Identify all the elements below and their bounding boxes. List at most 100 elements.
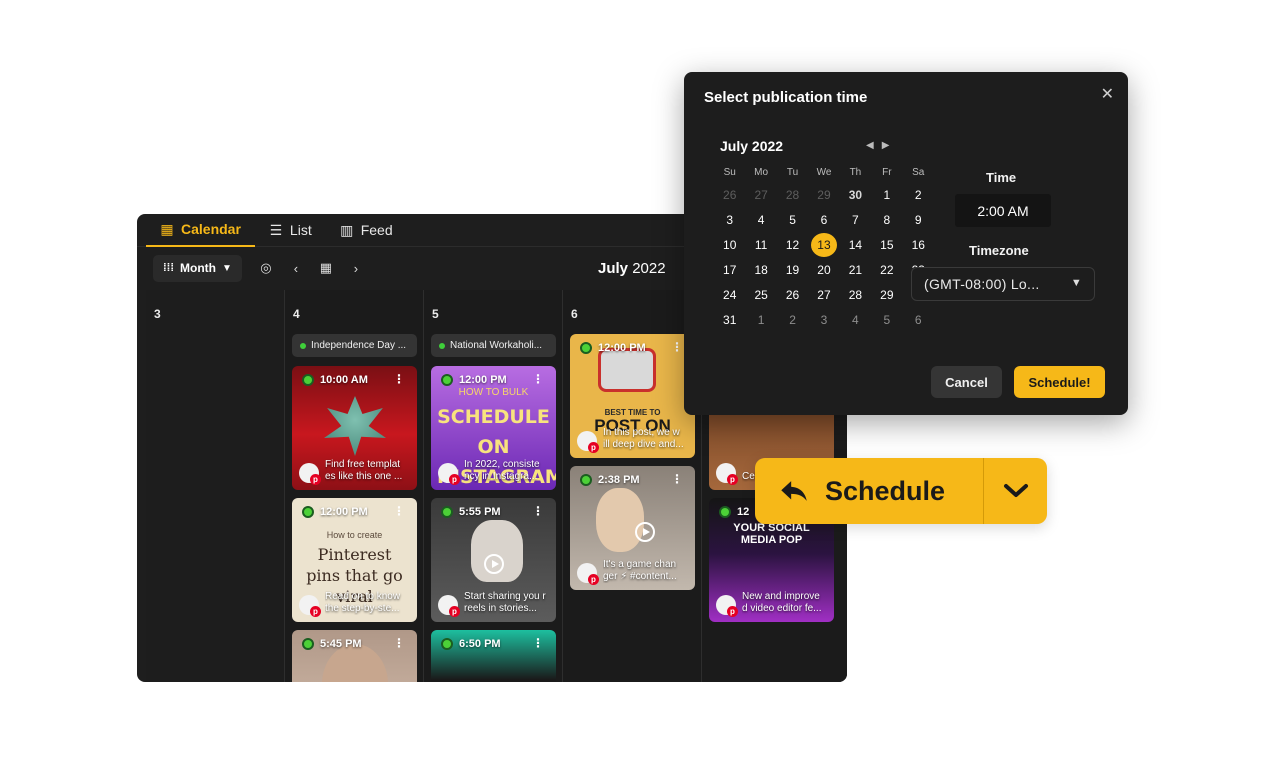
tab-feed-label: Feed [360,222,393,238]
mini-calendar-weeks: 26 27 28 29 30 1 2 3 4 5 6 7 8 9 10 11 12 13 14 15 16 17 18 19 2… [714,182,934,332]
post-card[interactable]: 5:55 PM ⋮ Start sharing you r reels in s… [431,498,556,622]
more-options-icon[interactable]: ⋮ [393,372,405,386]
prev-month-button[interactable]: ‹ [282,254,310,282]
post-card[interactable]: BEST TIME TO POST ON 12:00 PM ⋮ In this … [570,334,695,458]
day-cell[interactable]: 18 [745,257,776,282]
day-cell[interactable]: 22 [871,257,902,282]
day-cell-label: 24 [723,287,737,302]
post-card[interactable]: How to create Pinterest pins that go vir… [292,498,417,622]
post-card[interactable]: 5:45 PM ⋮ [292,630,417,682]
day-cell[interactable]: 12 [777,232,808,257]
day-cell[interactable]: 6 [903,307,934,332]
post-time: 12 [719,506,749,518]
post-time: 12:00 PM [580,342,646,354]
tab-calendar[interactable]: ▦ Calendar [146,214,255,247]
day-cell[interactable]: 1 [871,182,902,207]
timezone-select[interactable]: (GMT-08:00) Lo... ▼ [911,267,1095,301]
day-cell[interactable]: 27 [745,182,776,207]
more-options-icon[interactable]: ⋮ [671,472,683,486]
confirm-schedule-button[interactable]: Schedule! [1014,366,1105,398]
post-text: It's a game chan ger ⚡ #content... [603,559,677,582]
close-icon[interactable]: ✕ [1101,84,1114,104]
post-card[interactable]: 10:00 AM ⋮ Find free templat es like thi… [292,366,417,490]
schedule-button[interactable]: Schedule [755,458,983,524]
day-cell[interactable]: 20 [808,257,839,282]
day-cell[interactable]: 29 [871,282,902,307]
tab-feed[interactable]: ▥ Feed [326,214,407,247]
more-options-icon[interactable]: ⋮ [532,504,544,518]
day-cell[interactable]: 5 [777,207,808,232]
day-cell[interactable]: 4 [745,207,776,232]
post-caption: It's a game chan ger ⚡ #content... [577,559,689,585]
day-column-6[interactable]: 6 BEST TIME TO POST ON 12:00 PM ⋮ In thi… [563,290,702,682]
triangle-left-icon[interactable]: ◀ [866,140,874,151]
more-options-icon[interactable]: ⋮ [671,340,683,354]
day-column-4[interactable]: 4 Independence Day ... 10:00 AM ⋮ Find f… [285,290,424,682]
chevron-down-icon: ▼ [221,262,232,274]
mini-calendar-nav: ◀ ▶ [866,140,889,151]
day-cell[interactable]: 24 [714,282,745,307]
day-cell[interactable]: 13 [808,232,839,257]
day-cell[interactable]: 8 [871,207,902,232]
day-cell[interactable]: 4 [840,307,871,332]
day-cell[interactable]: 2 [777,307,808,332]
time-input[interactable]: 2:00 AM [955,194,1051,227]
day-column-5[interactable]: 5 National Workaholi... HOW TO BULK SCHE… [424,290,563,682]
day-cell[interactable]: 21 [840,257,871,282]
day-cell[interactable]: 29 [808,182,839,207]
more-options-icon[interactable]: ⋮ [393,636,405,650]
day-cell[interactable]: 7 [840,207,871,232]
day-cell[interactable]: 31 [714,307,745,332]
view-mode-select[interactable]: ⁞⁞⁞ Month ▼ [153,254,242,282]
day-cell[interactable]: 17 [714,257,745,282]
day-cell[interactable]: 16 [903,232,934,257]
more-options-icon[interactable]: ⋮ [393,504,405,518]
post-card[interactable]: 6:50 PM ⋮ [431,630,556,682]
day-cell[interactable]: 26 [714,182,745,207]
post-time-label: 12 [737,506,750,518]
post-time: 6:50 PM [441,638,501,650]
day-cell[interactable]: 3 [808,307,839,332]
day-cell[interactable]: 27 [808,282,839,307]
day-cell[interactable]: 14 [840,232,871,257]
more-options-icon[interactable]: ⋮ [532,636,544,650]
day-cell[interactable]: 6 [808,207,839,232]
post-art-subtitle: How to create [326,530,383,540]
day-cell[interactable]: 28 [777,182,808,207]
post-card[interactable]: 2:38 PM ⋮ It's a game chan ger ⚡ #conten… [570,466,695,590]
schedule-dropdown-button[interactable] [984,458,1047,524]
day-cell[interactable]: 10 [714,232,745,257]
scheduled-clock-icon [302,374,314,386]
chevron-down-icon [1003,484,1028,497]
day-cell-label: 30 [848,187,863,202]
day-cell[interactable]: 30 [840,182,871,207]
day-cell-label: 29 [880,287,894,302]
day-cell[interactable]: 2 [903,182,934,207]
day-cell[interactable]: 19 [777,257,808,282]
day-cell[interactable]: 9 [903,207,934,232]
day-cell[interactable]: 11 [745,232,776,257]
timezone-value: (GMT-08:00) Lo... [924,276,1040,292]
day-cell[interactable]: 26 [777,282,808,307]
next-month-button[interactable]: › [342,254,370,282]
more-options-icon[interactable]: ⋮ [532,372,544,386]
day-column-3[interactable]: 3 [146,290,285,682]
day-cell[interactable]: 28 [840,282,871,307]
post-card[interactable]: HOW TO BULK SCHEDULE ON INSTAGRAM 12:00 … [431,366,556,490]
day-cell[interactable]: 25 [745,282,776,307]
today-target-button[interactable]: ◎ [252,254,280,282]
tab-list[interactable]: ☰ List [255,214,326,247]
weekday-header: Su [723,166,736,178]
day-cell[interactable]: 3 [714,207,745,232]
holiday-badge[interactable]: National Workaholi... [431,334,556,357]
post-text: Read on to know the step-by-ste... [325,591,401,614]
triangle-right-icon[interactable]: ▶ [882,140,890,151]
cancel-button[interactable]: Cancel [931,366,1002,398]
date-picker-button[interactable]: ▦ [312,254,340,282]
day-cell-label: 1 [757,312,765,327]
day-cell[interactable]: 15 [871,232,902,257]
day-cell[interactable]: 5 [871,307,902,332]
holiday-badge[interactable]: Independence Day ... [292,334,417,357]
scheduled-clock-icon [580,342,592,354]
day-cell[interactable]: 1 [745,307,776,332]
